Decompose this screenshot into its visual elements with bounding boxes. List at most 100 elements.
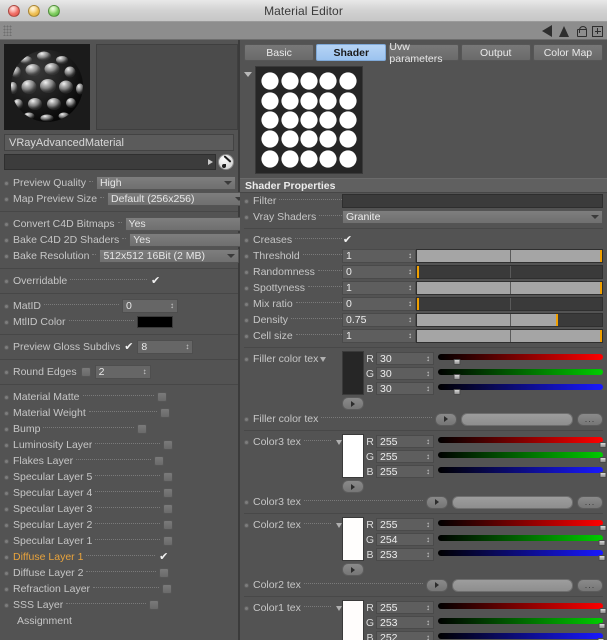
- filler-color-tex-expand-button[interactable]: [342, 397, 364, 410]
- input-mix-ratio[interactable]: 0 ↕: [342, 297, 416, 311]
- input-threshold[interactable]: 1 ↕: [342, 249, 416, 263]
- slider-density[interactable]: [416, 313, 603, 327]
- texline-color3-tex[interactable]: Color3 tex ...: [240, 494, 607, 510]
- tab-uvw-parameters[interactable]: Uvw parameters: [388, 41, 459, 65]
- channel-row-r[interactable]: R 255 ↕: [364, 434, 607, 449]
- layer-row-specular-layer-4[interactable]: Specular Layer 4: [0, 485, 238, 501]
- input-spottyness[interactable]: 1 ↕: [342, 281, 416, 295]
- channel-row-g[interactable]: G 255 ↕: [364, 449, 607, 464]
- channel-row-g[interactable]: G 254 ↕: [364, 532, 607, 547]
- row-vray-shaders[interactable]: Vray Shaders Granite: [240, 209, 607, 225]
- stepper-icon[interactable]: ↕: [426, 369, 430, 378]
- stepper-icon[interactable]: ↕: [408, 268, 412, 276]
- gradient-color1-b[interactable]: [438, 631, 605, 640]
- tab-basic[interactable]: Basic: [244, 44, 315, 61]
- input-density[interactable]: 0.75 ↕: [342, 313, 416, 327]
- layer-row-specular-layer-5[interactable]: Specular Layer 5: [0, 469, 238, 485]
- texline-filler-color-tex[interactable]: Filler color tex ...: [240, 411, 607, 427]
- channel-row-b[interactable]: B 255 ↕: [364, 464, 607, 479]
- stepper-icon[interactable]: ↕: [185, 343, 189, 351]
- stepper-icon[interactable]: ↕: [170, 302, 174, 310]
- combo-preview-quality[interactable]: High: [95, 176, 236, 190]
- lock-icon[interactable]: [576, 25, 587, 37]
- gradient-color2-r[interactable]: [438, 518, 607, 531]
- layer-row-material-matte[interactable]: Material Matte: [0, 389, 238, 405]
- layer-checkbox[interactable]: ✔: [158, 551, 169, 563]
- layer-checkbox[interactable]: [159, 408, 170, 418]
- input-filler-b[interactable]: 30 ↕: [376, 382, 434, 395]
- slider-spottyness[interactable]: [416, 281, 603, 295]
- input-color3-r[interactable]: 255 ↕: [376, 435, 434, 448]
- gradient-color1-r[interactable]: [438, 601, 607, 614]
- checkbox-overridable[interactable]: ✔: [150, 275, 161, 287]
- gradient-color2-g[interactable]: [438, 533, 606, 546]
- checkbox-creases[interactable]: ✔: [342, 234, 353, 246]
- stepper-icon[interactable]: ↕: [426, 618, 430, 627]
- input-color1-r[interactable]: 255 ↕: [376, 601, 434, 614]
- layer-row-specular-layer-2[interactable]: Specular Layer 2: [0, 517, 238, 533]
- filler-tex-expand-button[interactable]: [434, 412, 457, 426]
- layer-checkbox[interactable]: [158, 568, 169, 578]
- expand-icon[interactable]: [592, 25, 603, 37]
- layer-row-bump[interactable]: Bump: [0, 421, 238, 437]
- row-overridable[interactable]: Overridable ✔: [0, 273, 238, 289]
- layer-row-diffuse-layer-2[interactable]: Diffuse Layer 2: [0, 565, 238, 581]
- stepper-icon[interactable]: ↕: [426, 520, 430, 529]
- row-round-edges[interactable]: Round Edges 2 ↕: [0, 364, 238, 380]
- row-bake-resolution[interactable]: Bake Resolution 512x512 16Bit (2 MB): [0, 248, 240, 264]
- channel-row-b[interactable]: B 30 ↕: [364, 381, 607, 396]
- input-color3-tex-path[interactable]: [451, 495, 574, 509]
- swatch-color2-tex[interactable]: [342, 517, 364, 561]
- eyedropper-icon[interactable]: [218, 154, 234, 170]
- tab-output[interactable]: Output: [460, 44, 531, 61]
- layer-checkbox[interactable]: [162, 584, 173, 594]
- swatch-mtlid-color[interactable]: [136, 316, 173, 328]
- slider-mix-ratio[interactable]: [416, 297, 603, 311]
- channel-row-b[interactable]: B 252 ↕: [364, 630, 607, 640]
- input-filler-color-tex-path[interactable]: [460, 412, 574, 426]
- row-preview-quality[interactable]: Preview Quality High: [0, 175, 238, 191]
- browse-filler-color-tex[interactable]: ...: [577, 412, 604, 426]
- stepper-icon[interactable]: ↕: [408, 316, 412, 324]
- channel-row-g[interactable]: G 30 ↕: [364, 366, 607, 381]
- stepper-icon[interactable]: ↕: [408, 284, 412, 292]
- color2-tex-expand-button[interactable]: [342, 563, 364, 576]
- input-round-edges[interactable]: 2 ↕: [94, 365, 151, 379]
- path-field[interactable]: [4, 154, 216, 170]
- row-map-preview-size[interactable]: Map Preview Size Default (256x256): [0, 191, 248, 207]
- row-threshold[interactable]: Threshold 1 ↕: [240, 248, 607, 264]
- zoom-button[interactable]: [48, 4, 60, 17]
- combo-bake-resolution[interactable]: 512x512 16Bit (2 MB): [99, 249, 240, 263]
- tab-color-map[interactable]: Color Map: [532, 44, 604, 61]
- swatch-filler-color-tex[interactable]: [342, 351, 364, 395]
- stepper-icon[interactable]: ↕: [426, 452, 430, 461]
- input-filter[interactable]: [342, 194, 603, 208]
- input-color3-g[interactable]: 255 ↕: [376, 450, 434, 463]
- input-matid[interactable]: 0 ↕: [122, 299, 178, 313]
- drag-grip-icon[interactable]: [3, 25, 12, 36]
- color2-tex-expand-button-2[interactable]: [425, 578, 448, 592]
- channel-row-r[interactable]: R 255 ↕: [364, 600, 607, 615]
- row-creases[interactable]: Creases ✔: [240, 232, 607, 248]
- layer-row-diffuse-layer-1[interactable]: Diffuse Layer 1 ✔: [0, 549, 238, 565]
- stepper-icon[interactable]: ↕: [426, 437, 430, 446]
- row-preview-gloss-subdivs[interactable]: Preview Gloss Subdivs ✔ 8 ↕: [0, 339, 238, 355]
- channel-row-b[interactable]: B 253 ↕: [364, 547, 607, 562]
- browse-color3-tex[interactable]: ...: [577, 495, 604, 509]
- row-filter[interactable]: Filter: [240, 193, 607, 209]
- close-button[interactable]: [8, 4, 20, 17]
- combo-map-preview-size[interactable]: Default (256x256): [107, 192, 248, 206]
- input-color2-tex-path[interactable]: [451, 578, 574, 592]
- input-color2-g[interactable]: 254 ↕: [376, 533, 434, 546]
- slider-cell-size[interactable]: [416, 329, 603, 343]
- material-name-field[interactable]: VRayAdvancedMaterial: [4, 134, 234, 151]
- layer-checkbox[interactable]: [163, 520, 174, 530]
- stepper-icon[interactable]: ↕: [408, 332, 412, 340]
- input-filler-g[interactable]: 30 ↕: [376, 367, 434, 380]
- chevron-down-icon[interactable]: [320, 356, 327, 362]
- browse-color2-tex[interactable]: ...: [577, 578, 604, 592]
- slider-randomness[interactable]: [416, 265, 603, 279]
- swatch-color1-tex[interactable]: [342, 600, 364, 640]
- slider-threshold[interactable]: [416, 249, 603, 263]
- row-cell-size[interactable]: Cell size 1 ↕: [240, 328, 607, 344]
